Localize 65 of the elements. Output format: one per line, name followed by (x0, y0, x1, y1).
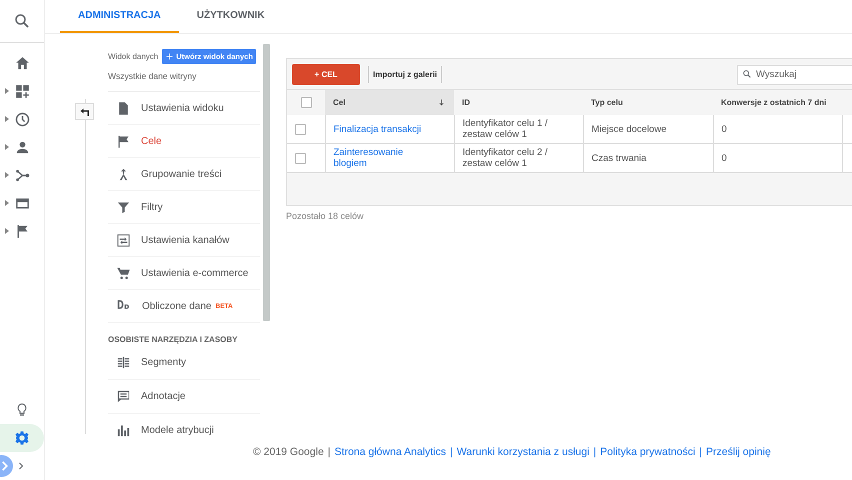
search-icon[interactable] (13, 12, 31, 30)
table-cell: Czas trwania (583, 144, 713, 172)
footer-link[interactable]: Strona główna Analytics (334, 446, 446, 458)
expand-arrow-icon[interactable] (5, 200, 9, 206)
expand-arrow-icon[interactable] (5, 144, 9, 150)
footer-link[interactable]: Prześlij opinię (706, 446, 771, 458)
expand-arrow-icon[interactable] (5, 172, 9, 178)
column-header[interactable]: Cel (325, 90, 454, 115)
search-field[interactable]: Wyszukaj (737, 64, 852, 84)
separator: | (328, 446, 331, 458)
flag-icon (116, 134, 131, 148)
table-cell: Identyfikator celu 2 / zestaw celów 1 (454, 144, 583, 172)
menu-item[interactable]: Filtry (108, 191, 260, 224)
menu-item[interactable]: Grupowanie treści (108, 158, 260, 191)
separator: | (450, 446, 453, 458)
back-button[interactable] (75, 103, 94, 120)
bar-chart-icon (116, 423, 131, 438)
menu-item[interactable]: Cele (108, 125, 260, 158)
expand-arrow-icon[interactable] (5, 88, 9, 94)
footer-link[interactable]: Polityka prywatności (600, 446, 696, 458)
filter-icon (116, 200, 131, 214)
settings-icon (14, 430, 30, 446)
remaining-count: Pozostało 18 celów (286, 211, 365, 221)
view-label: Widok danych (108, 52, 158, 61)
view-name: Wszystkie dane witryny (108, 71, 260, 92)
column-header[interactable]: ID (454, 90, 583, 115)
import-button[interactable]: Importuj z galerii (368, 66, 442, 82)
table-cell: Miejsce docelowe (583, 115, 713, 144)
checkbox[interactable] (295, 124, 306, 134)
section-heading: OSOBISTE NARZĘDZIA I ZASOBY (108, 335, 238, 344)
dd-icon (116, 297, 132, 312)
menu-item[interactable]: Segmenty (108, 346, 260, 380)
cart-icon (116, 266, 131, 280)
menu-item[interactable]: Adnotacje (108, 380, 260, 414)
menu-item[interactable]: Ustawienia kanałów (108, 224, 260, 257)
plus-icon (165, 52, 174, 61)
segments-icon (116, 355, 131, 370)
new-goal-button[interactable]: + CEL (292, 64, 360, 84)
checkbox[interactable] (295, 152, 306, 164)
comment-icon (116, 389, 131, 404)
menu-item[interactable]: Modele atrybucji (108, 414, 260, 446)
expand-arrow-icon[interactable] (5, 116, 9, 122)
back-arrow-icon (78, 106, 90, 118)
channel-icon (116, 232, 131, 248)
home-icon[interactable] (14, 54, 30, 72)
tab[interactable]: UŻYTKOWNIK (178, 0, 283, 33)
search-icon (742, 69, 752, 79)
sort-arrow-icon (437, 98, 446, 107)
separator: | (699, 446, 702, 458)
settings-button[interactable] (0, 424, 44, 452)
document-icon (116, 100, 131, 116)
table-cell: Identyfikator celu 1 / zestaw celów 1 (454, 115, 583, 144)
menu-item[interactable]: Ustawienia widoku (108, 92, 260, 125)
expand-arrow-icon[interactable] (5, 228, 9, 234)
scrollbar[interactable] (263, 44, 270, 321)
separator: | (593, 446, 596, 458)
table-cell: 0 (713, 115, 842, 144)
checkbox[interactable] (300, 97, 312, 108)
clock-icon[interactable] (14, 110, 30, 128)
footer-link[interactable]: Warunki korzystania z usługi (456, 446, 590, 458)
copyright: © 2019 Google (253, 446, 324, 458)
menu-item[interactable]: Ustawienia e-commerce (108, 257, 260, 290)
table-cell: 0 (713, 144, 842, 172)
dashboard-icon[interactable] (14, 82, 30, 100)
tab[interactable]: ADMINISTRACJA (60, 0, 179, 33)
